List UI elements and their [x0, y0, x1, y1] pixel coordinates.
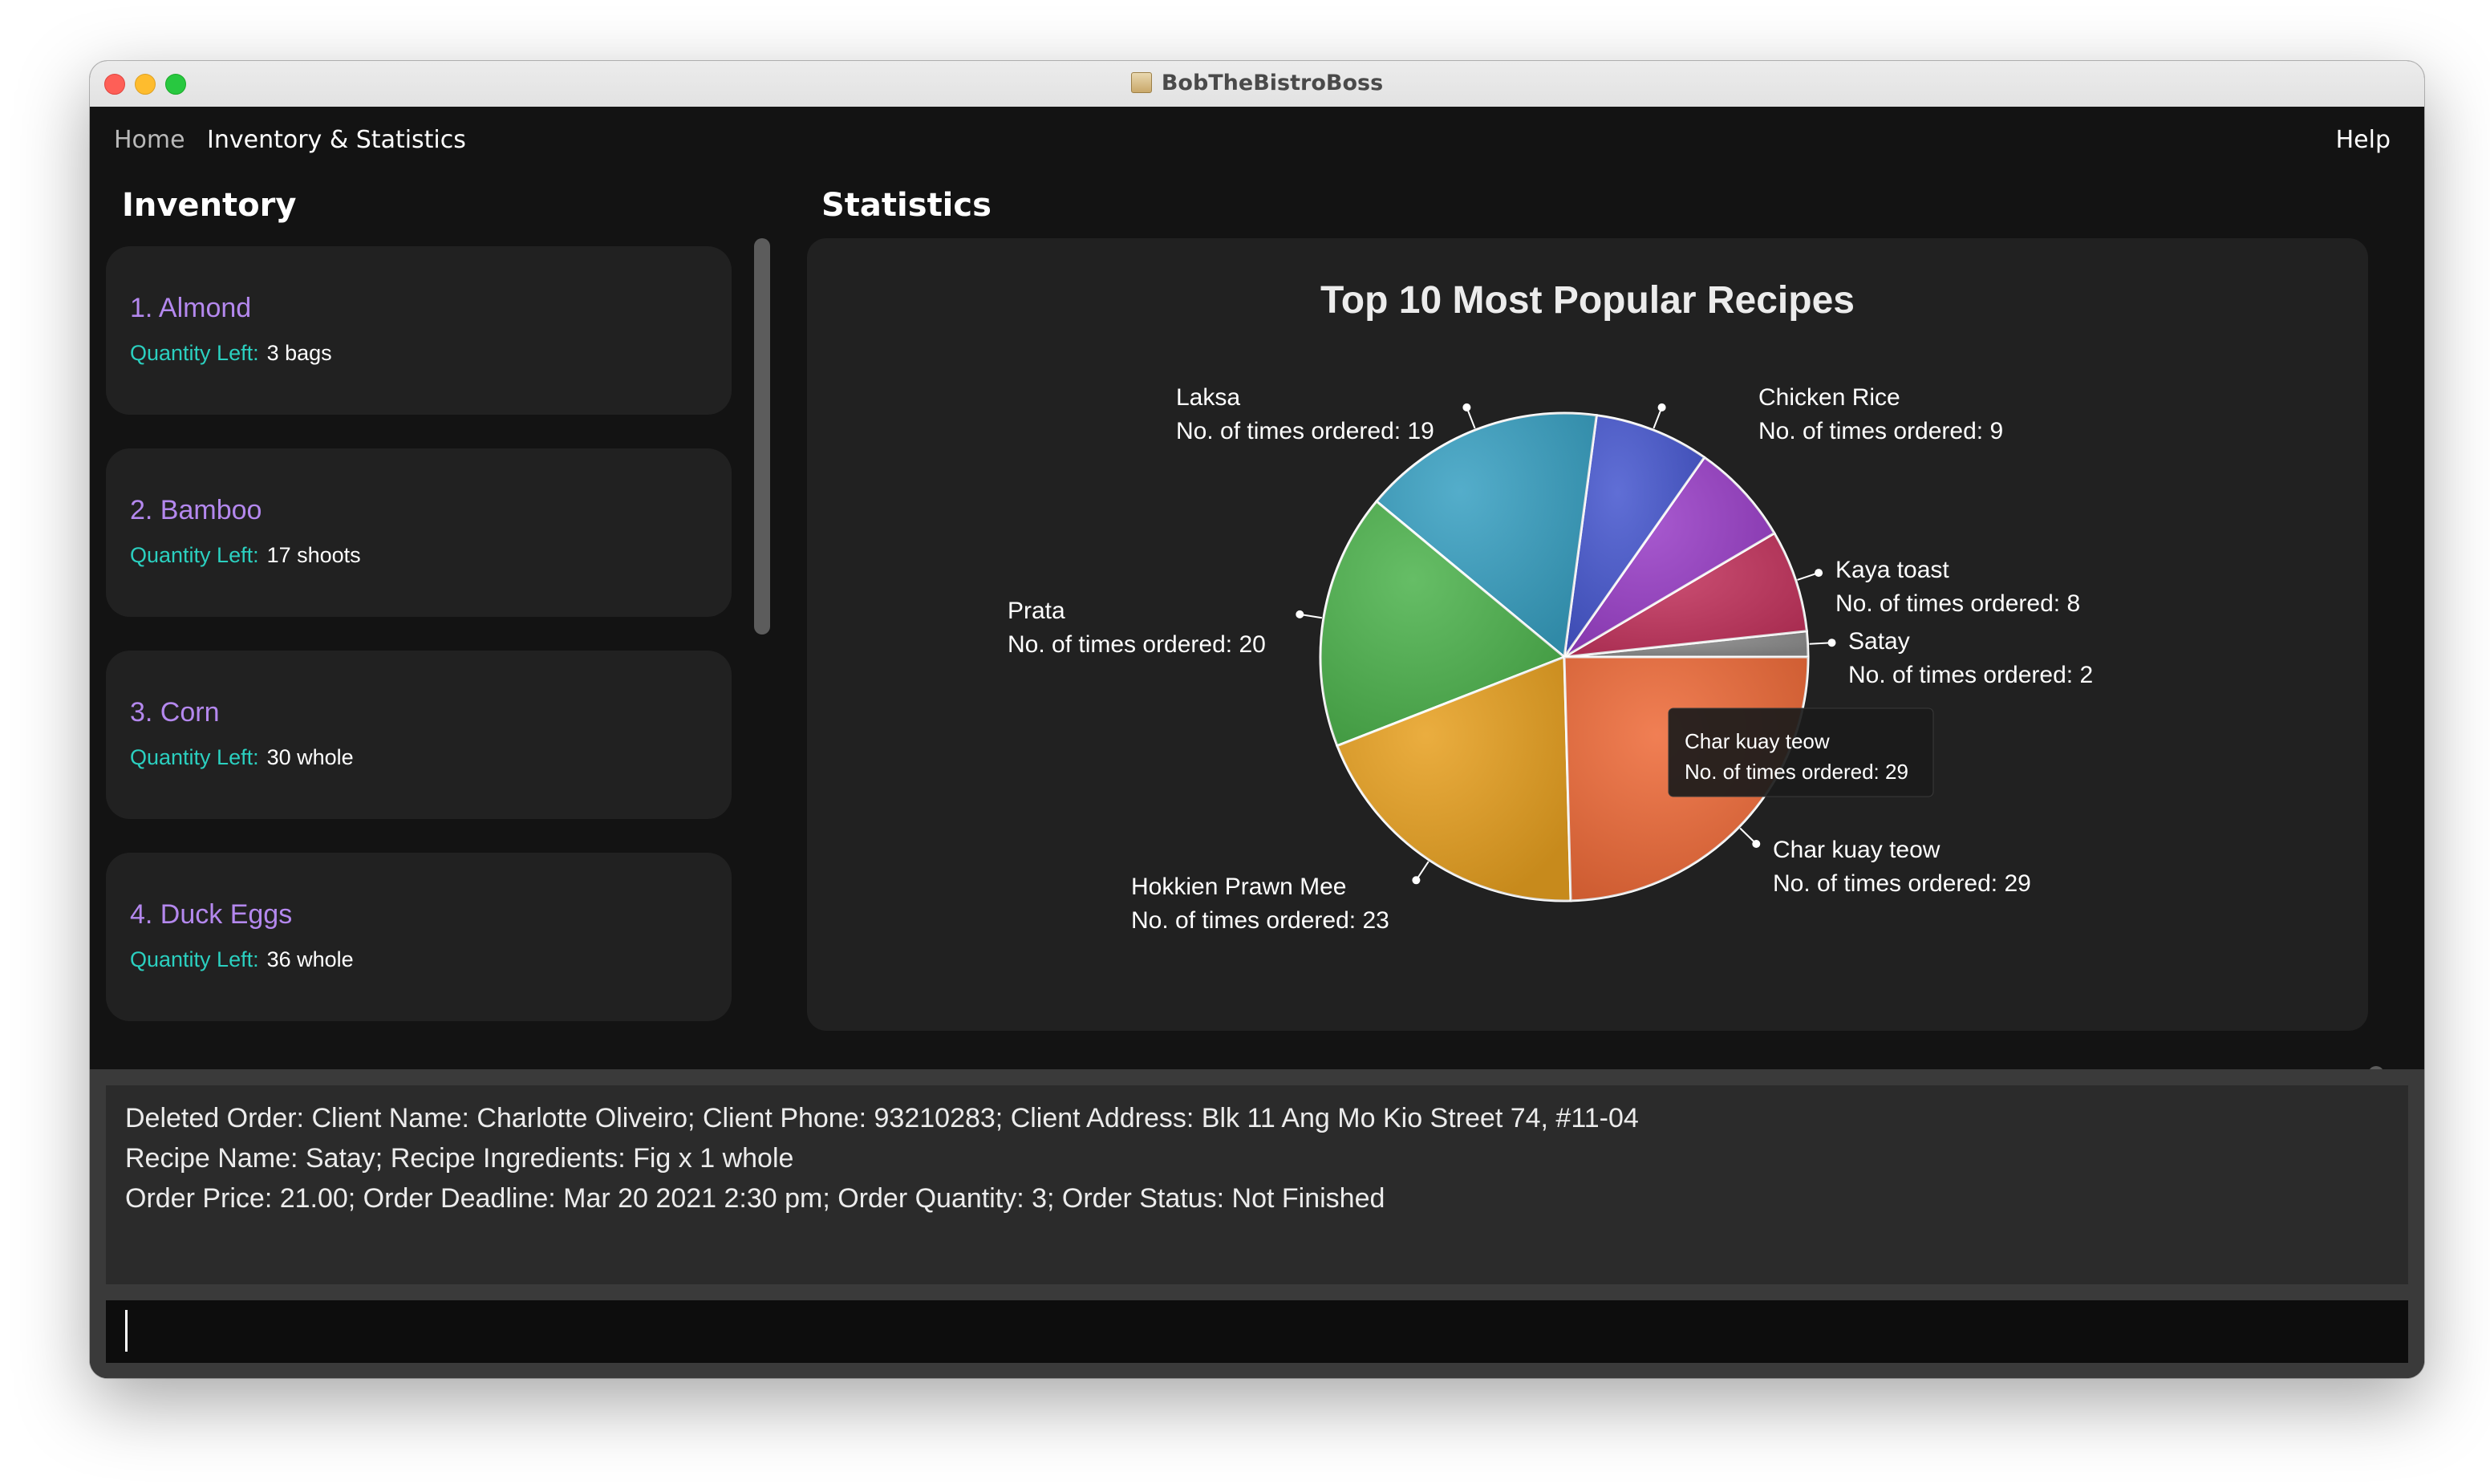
window-title: BobTheBistroBoss	[90, 71, 2424, 95]
quantity-value: 17 shoots	[266, 543, 361, 567]
inventory-list[interactable]: 1. Almond Quantity Left: 3 bags 2. Bamboo…	[106, 246, 732, 1032]
pie-label-hokkien-prawn-mee-name: Hokkien Prawn Mee	[1131, 874, 1346, 900]
pie-label-chicken-rice-name: Chicken Rice	[1758, 384, 1900, 411]
result-display: Deleted Order: Client Name: Charlotte Ol…	[106, 1085, 2408, 1284]
menu-home[interactable]: Home	[114, 126, 185, 154]
pie-label-char-kuay-teow-value-label: No. of times ordered: 29	[1773, 870, 2031, 897]
pie-label-satay-dot	[1827, 639, 1836, 647]
pie-label-kaya-toast-value-label: No. of times ordered: 8	[1835, 590, 2080, 617]
result-line: Deleted Order: Client Name: Charlotte Ol…	[125, 1103, 1639, 1133]
pie-label-char-kuay-teow-name: Char kuay teow	[1773, 837, 1940, 863]
inventory-item-name: 2. Bamboo	[130, 495, 262, 525]
quantity-value: 30 whole	[266, 745, 354, 769]
inventory-item-duck-eggs[interactable]: 4. Duck Eggs Quantity Left: 36 whole	[106, 853, 732, 1021]
inventory-item-corn[interactable]: 3. Corn Quantity Left: 30 whole	[106, 651, 732, 819]
quantity-value: 36 whole	[266, 947, 354, 971]
quantity-label: Quantity Left:	[130, 745, 259, 769]
pie-chart[interactable]: Satay No. of times ordered: 2 Kaya toast No…	[807, 238, 2368, 1031]
statistics-title: Statistics	[821, 187, 992, 224]
command-box[interactable]	[106, 1300, 2408, 1363]
inventory-item-bamboo[interactable]: 2. Bamboo Quantity Left: 17 shoots	[106, 448, 732, 617]
pie-label-prata-value-label: No. of times ordered: 20	[1008, 631, 1266, 658]
menu-inventory-statistics[interactable]: Inventory & Statistics	[207, 126, 466, 154]
pie-label-hokkien-prawn-mee-dot	[1412, 876, 1421, 885]
pie-label-laksa-name: Laksa	[1176, 384, 1240, 411]
inventory-item-quantity: Quantity Left: 36 whole	[130, 947, 354, 972]
result-line: Recipe Name: Satay; Recipe Ingredients: …	[125, 1143, 794, 1174]
result-line: Order Price: 21.00; Order Deadline: Mar …	[125, 1183, 1385, 1214]
inventory-item-quantity: Quantity Left: 3 bags	[130, 341, 332, 366]
menu-help[interactable]: Help	[2336, 126, 2391, 154]
window-title-text: BobTheBistroBoss	[1161, 71, 1384, 95]
quantity-label: Quantity Left:	[130, 543, 259, 567]
pie-label-chicken-rice-value-label: No. of times ordered: 9	[1758, 418, 2003, 444]
result-area: Deleted Order: Client Name: Charlotte Ol…	[90, 1069, 2424, 1378]
inventory-item-almond[interactable]: 1. Almond Quantity Left: 3 bags	[106, 246, 732, 415]
quantity-label: Quantity Left:	[130, 341, 259, 365]
pie-label-hokkien-prawn-mee-value-label: No. of times ordered: 23	[1131, 907, 1389, 934]
pie-label-kaya-toast-dot	[1815, 569, 1823, 578]
menu-bar: Home Inventory & Statistics Help	[90, 107, 2424, 177]
pie-label-laksa-value-label: No. of times ordered: 19	[1176, 418, 1434, 444]
inventory-item-name: 1. Almond	[130, 293, 252, 323]
inventory-item-quantity: Quantity Left: 30 whole	[130, 745, 354, 770]
inventory-item-name: 3. Corn	[130, 697, 220, 728]
statistics-panel: Top 10 Most Popular Recipes Satay No. of …	[807, 238, 2368, 1031]
inventory-item-name: 4. Duck Eggs	[130, 899, 293, 930]
app-body: Home Inventory & Statistics Help Invento…	[90, 107, 2424, 1378]
pie-label-prata-dot	[1296, 610, 1304, 618]
quantity-value: 3 bags	[266, 341, 332, 365]
quantity-label: Quantity Left:	[130, 947, 259, 971]
inventory-scrollbar-thumb[interactable]	[754, 238, 770, 635]
pie-label-char-kuay-teow-dot	[1752, 840, 1761, 848]
pie-label-laksa-dot	[1462, 403, 1471, 412]
pie-label-chicken-rice-dot	[1657, 403, 1666, 412]
pie-label-kaya-toast-name: Kaya toast	[1835, 557, 1949, 583]
inventory-title: Inventory	[122, 187, 297, 224]
pie-label-satay-name: Satay	[1848, 628, 1910, 655]
app-window: BobTheBistroBoss Home Inventory & Statis…	[90, 61, 2424, 1378]
pie-slices	[1319, 412, 1810, 902]
pie-label-prata-name: Prata	[1008, 598, 1065, 624]
chart-tooltip: Char kuay teow No. of times ordered: 29	[1668, 708, 1934, 797]
app-icon	[1130, 72, 1152, 93]
title-bar: BobTheBistroBoss	[90, 61, 2424, 107]
command-input[interactable]	[106, 1300, 2408, 1363]
inventory-item-quantity: Quantity Left: 17 shoots	[130, 543, 361, 568]
tooltip-value: No. of times ordered: 29	[1685, 760, 1908, 784]
tooltip-name: Char kuay teow	[1685, 729, 1830, 753]
pie-label-satay-value-label: No. of times ordered: 2	[1848, 662, 2093, 688]
